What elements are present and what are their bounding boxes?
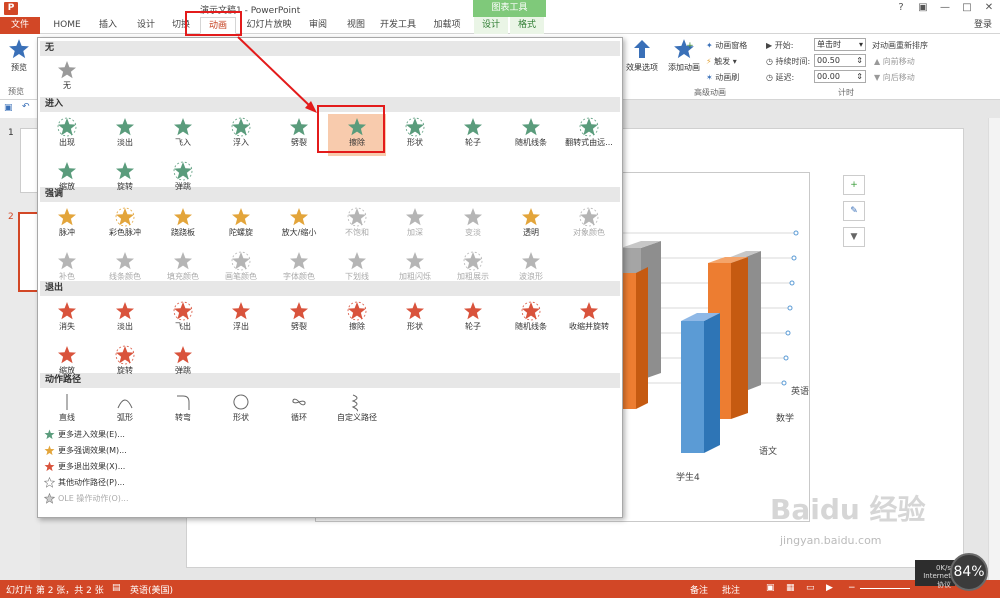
zoom-out-icon[interactable]: −	[848, 583, 856, 593]
network-monitor: 0K/s Internet 协议	[915, 560, 955, 589]
network-speed: 0K/s	[935, 564, 951, 572]
annotation-arrow	[237, 36, 317, 113]
normal-view-icon[interactable]: ▣	[766, 583, 775, 593]
spellcheck-icon[interactable]: ▤	[112, 583, 121, 593]
language-status[interactable]: 英语(美国)	[130, 583, 173, 596]
slideshow-icon[interactable]: ▶	[826, 583, 833, 593]
network-label: Internet 协议	[923, 572, 951, 589]
reading-view-icon[interactable]: ▭	[806, 583, 815, 593]
slide-status: 幻灯片 第 2 张，共 2 张	[6, 586, 104, 596]
slide-sorter-icon[interactable]: ▦	[786, 583, 795, 593]
zoom-slider[interactable]	[860, 588, 910, 589]
status-bar: 幻灯片 第 2 张，共 2 张 ▤ 英语(美国) 备注 批注 ▣ ▦ ▭ ▶ −	[0, 580, 1000, 598]
notes-button[interactable]: 备注	[690, 583, 708, 596]
zoom-badge: 84%	[950, 553, 988, 591]
comments-button[interactable]: 批注	[722, 583, 740, 596]
